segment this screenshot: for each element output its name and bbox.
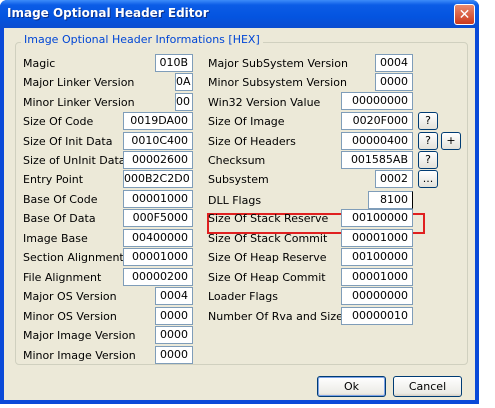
field-major-linker-version[interactable]: 0A (175, 73, 193, 91)
label-file-alignment: File Alignment (23, 271, 102, 284)
label-major-os-version: Major OS Version (23, 290, 117, 303)
label-size-of-image: Size Of Image (208, 115, 285, 128)
size-of-headers-add-button[interactable]: + (441, 132, 461, 150)
label-size-of-heap-reserve: Size Of Heap Reserve (208, 251, 327, 264)
field-checksum[interactable]: 001585AB (341, 151, 413, 169)
label-size-of-stack-commit: Size Of Stack Commit (208, 232, 328, 245)
checksum-help-button[interactable]: ? (418, 151, 438, 169)
label-minor-image-version: Minor Image Version (23, 349, 136, 362)
dialog-body: Image Optional Header Informations [HEX]… (4, 28, 475, 400)
field-major-image-version[interactable]: 0000 (155, 326, 193, 344)
label-major-linker-version: Major Linker Version (23, 76, 135, 89)
label-size-of-uninit-data: Size of UnInit Data (23, 154, 126, 167)
label-size-of-init-data: Size Of Init Data (23, 135, 113, 148)
label-image-base: Image Base (23, 232, 88, 245)
title-bar[interactable]: Image Optional Header Editor ✕ (0, 0, 479, 28)
field-file-alignment[interactable]: 00000200 (123, 268, 193, 286)
field-size-of-heap-commit[interactable]: 00001000 (341, 268, 413, 286)
dialog-window: Image Optional Header Editor ✕ Image Opt… (0, 0, 479, 404)
field-base-of-code[interactable]: 00001000 (123, 190, 193, 208)
ok-button[interactable]: Ok (317, 376, 386, 397)
field-dll-flags[interactable]: 8100 (368, 191, 413, 209)
size-of-image-help-button[interactable]: ? (418, 112, 438, 130)
field-subsystem[interactable]: 0002 (375, 170, 413, 188)
cancel-button[interactable]: Cancel (393, 376, 462, 397)
label-size-of-stack-reserve: Size Of Stack Reserve (208, 212, 329, 225)
field-image-base[interactable]: 00400000 (123, 229, 193, 247)
label-win32-version-value: Win32 Version Value (208, 96, 321, 109)
label-loader-flags: Loader Flags (208, 290, 279, 303)
label-size-of-code: Size Of Code (23, 115, 94, 128)
field-size-of-heap-reserve[interactable]: 00100000 (341, 248, 413, 266)
label-base-of-data: Base Of Data (23, 212, 96, 225)
field-minor-linker-version[interactable]: 00 (175, 93, 193, 111)
label-base-of-code: Base Of Code (23, 193, 98, 206)
field-minor-image-version[interactable]: 0000 (155, 346, 193, 364)
field-size-of-code[interactable]: 0019DA00 (123, 112, 193, 130)
field-size-of-init-data[interactable]: 0010C400 (123, 132, 193, 150)
field-section-alignment[interactable]: 00001000 (123, 248, 193, 266)
field-major-os-version[interactable]: 0004 (155, 287, 193, 305)
field-size-of-stack-commit[interactable]: 00001000 (341, 229, 413, 247)
field-major-subsystem-version[interactable]: 0004 (375, 54, 413, 72)
field-win32-version-value[interactable]: 00000000 (341, 92, 413, 110)
label-minor-subsystem-version: Minor Subsystem Version (208, 76, 347, 89)
label-subsystem: Subsystem (208, 173, 269, 186)
label-minor-os-version: Minor OS Version (23, 310, 117, 323)
field-size-of-stack-reserve[interactable]: 00100000 (341, 209, 413, 227)
field-magic[interactable]: 010B (155, 54, 193, 72)
label-major-subsystem-version: Major SubSystem Version (208, 57, 348, 70)
label-number-of-rva-and-sizes: Number Of Rva and Sizes (208, 310, 349, 323)
field-minor-os-version[interactable]: 0000 (155, 307, 193, 325)
label-size-of-heap-commit: Size Of Heap Commit (208, 271, 326, 284)
field-base-of-data[interactable]: 000F5000 (123, 209, 193, 227)
close-button[interactable]: ✕ (454, 4, 475, 25)
label-dll-flags: DLL Flags (208, 194, 262, 207)
size-of-headers-help-button[interactable]: ? (418, 132, 438, 150)
label-size-of-headers: Size Of Headers (208, 135, 296, 148)
label-magic: Magic (23, 57, 56, 70)
field-number-of-rva-and-sizes[interactable]: 00000010 (341, 307, 413, 325)
window-title: Image Optional Header Editor (7, 6, 209, 20)
label-major-image-version: Major Image Version (23, 329, 136, 342)
field-size-of-image[interactable]: 0020F000 (341, 112, 413, 130)
label-section-alignment: Section Alignment (23, 251, 124, 264)
field-size-of-headers[interactable]: 00000400 (341, 132, 413, 150)
field-size-of-uninit-data[interactable]: 00002600 (123, 151, 193, 169)
field-entry-point[interactable]: 000B2C2D0 (123, 170, 193, 188)
field-minor-subsystem-version[interactable]: 0000 (375, 73, 413, 91)
group-title: Image Optional Header Informations [HEX] (21, 33, 263, 46)
field-loader-flags[interactable]: 00000000 (341, 287, 413, 305)
label-entry-point: Entry Point (23, 173, 84, 186)
label-minor-linker-version: Minor Linker Version (23, 96, 135, 109)
subsystem-browse-button[interactable]: ... (418, 170, 438, 188)
label-checksum: Checksum (208, 154, 266, 167)
